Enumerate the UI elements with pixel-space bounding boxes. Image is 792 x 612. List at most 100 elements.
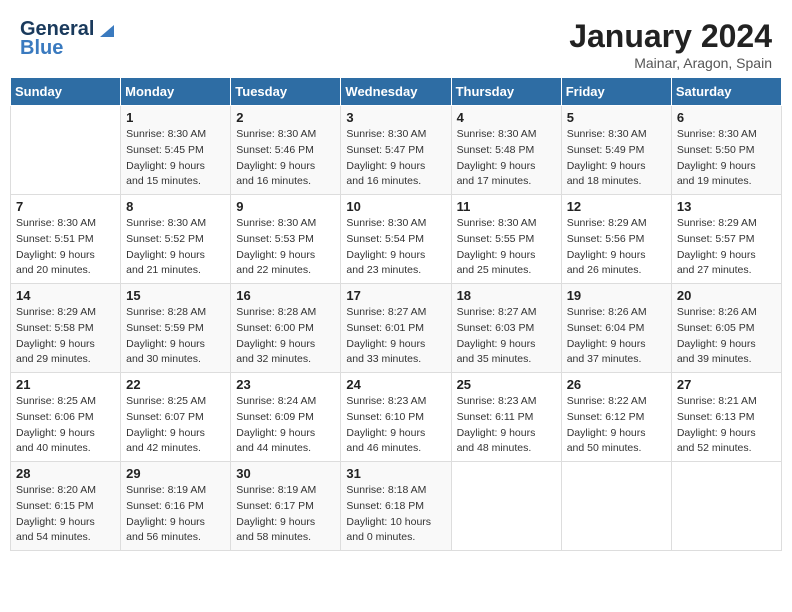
day-number: 15 [126,288,225,303]
day-detail: Sunrise: 8:29 AMSunset: 5:56 PMDaylight:… [567,216,666,279]
day-number: 3 [346,110,445,125]
day-detail: Sunrise: 8:30 AMSunset: 5:45 PMDaylight:… [126,127,225,190]
calendar-cell: 30 Sunrise: 8:19 AMSunset: 6:17 PMDayligh… [231,462,341,551]
day-detail: Sunrise: 8:30 AMSunset: 5:49 PMDaylight:… [567,127,666,190]
day-detail: Sunrise: 8:24 AMSunset: 6:09 PMDaylight:… [236,394,335,457]
day-detail: Sunrise: 8:25 AMSunset: 6:06 PMDaylight:… [16,394,115,457]
day-number: 4 [457,110,556,125]
day-number: 25 [457,377,556,392]
day-number: 16 [236,288,335,303]
day-number: 21 [16,377,115,392]
calendar-cell: 29Sunrise: 8:19 AMSunset: 6:16 PMDayligh… [121,462,231,551]
weekday-header-cell: Sunday [11,78,121,106]
day-detail: Sunrise: 8:23 AMSunset: 6:10 PMDaylight:… [346,394,445,457]
title-area: January 2024 Mainar, Aragon, Spain [569,18,772,71]
day-detail: Sunrise: 8:30 AMSunset: 5:54 PMDaylight:… [346,216,445,279]
day-number: 17 [346,288,445,303]
day-detail: Sunrise: 8:29 AMSunset: 5:57 PMDaylight:… [677,216,776,279]
day-detail: Sunrise: 8:30 AMSunset: 5:55 PMDaylight:… [457,216,556,279]
calendar-cell: 8Sunrise: 8:30 AMSunset: 5:52 PMDaylight… [121,195,231,284]
day-number: 31 [346,466,445,481]
calendar-cell [11,106,121,195]
weekday-header-cell: Wednesday [341,78,451,106]
day-number: 10 [346,199,445,214]
calendar-cell: 9Sunrise: 8:30 AMSunset: 5:53 PMDaylight… [231,195,341,284]
day-number: 1 [126,110,225,125]
calendar-cell: 25 Sunrise: 8:23 AMSunset: 6:11 PMDayligh… [451,373,561,462]
day-number: 14 [16,288,115,303]
day-number: 2 [236,110,335,125]
calendar-week-row: 28Sunrise: 8:20 AMSunset: 6:15 PMDayligh… [11,462,782,551]
day-detail: Sunrise: 8:25 AMSunset: 6:07 PMDaylight:… [126,394,225,457]
day-detail: Sunrise: 8:21 AMSunset: 6:13 PMDaylight:… [677,394,776,457]
calendar-cell: 31 Sunrise: 8:18 AMSunset: 6:18 PMDayligh… [341,462,451,551]
day-number: 24 [346,377,445,392]
calendar-subtitle: Mainar, Aragon, Spain [569,55,772,71]
weekday-header-cell: Tuesday [231,78,341,106]
calendar-cell: 4 Sunrise: 8:30 AMSunset: 5:48 PMDaylight… [451,106,561,195]
day-detail: Sunrise: 8:18 AMSunset: 6:18 PMDaylight:… [346,483,445,546]
day-number: 6 [677,110,776,125]
calendar-cell: 26Sunrise: 8:22 AMSunset: 6:12 PMDayligh… [561,373,671,462]
day-number: 20 [677,288,776,303]
calendar-cell: 2 Sunrise: 8:30 AMSunset: 5:46 PMDaylight… [231,106,341,195]
day-number: 11 [457,199,556,214]
day-detail: Sunrise: 8:29 AMSunset: 5:58 PMDaylight:… [16,305,115,368]
logo: General Blue [20,18,118,60]
calendar-cell: 17 Sunrise: 8:27 AMSunset: 6:01 PMDayligh… [341,284,451,373]
day-detail: Sunrise: 8:26 AMSunset: 6:05 PMDaylight:… [677,305,776,368]
calendar-cell: 13Sunrise: 8:29 AMSunset: 5:57 PMDayligh… [671,195,781,284]
weekday-header-cell: Friday [561,78,671,106]
weekday-header-cell: Saturday [671,78,781,106]
calendar-cell: 11 Sunrise: 8:30 AMSunset: 5:55 PMDayligh… [451,195,561,284]
day-number: 5 [567,110,666,125]
day-detail: Sunrise: 8:27 AMSunset: 6:01 PMDaylight:… [346,305,445,368]
day-number: 18 [457,288,556,303]
day-detail: Sunrise: 8:19 AMSunset: 6:17 PMDaylight:… [236,483,335,546]
day-detail: Sunrise: 8:27 AMSunset: 6:03 PMDaylight:… [457,305,556,368]
calendar-cell: 28Sunrise: 8:20 AMSunset: 6:15 PMDayligh… [11,462,121,551]
day-detail: Sunrise: 8:30 AMSunset: 5:48 PMDaylight:… [457,127,556,190]
calendar-body: 1 Sunrise: 8:30 AMSunset: 5:45 PMDaylight… [11,106,782,551]
day-number: 27 [677,377,776,392]
calendar-cell: 12Sunrise: 8:29 AMSunset: 5:56 PMDayligh… [561,195,671,284]
day-detail: Sunrise: 8:30 AMSunset: 5:50 PMDaylight:… [677,127,776,190]
day-detail: Sunrise: 8:30 AMSunset: 5:53 PMDaylight:… [236,216,335,279]
calendar-cell [671,462,781,551]
day-detail: Sunrise: 8:30 AMSunset: 5:47 PMDaylight:… [346,127,445,190]
weekday-header-cell: Monday [121,78,231,106]
calendar-cell: 20 Sunrise: 8:26 AMSunset: 6:05 PMDayligh… [671,284,781,373]
weekday-header-cell: Thursday [451,78,561,106]
calendar-cell: 21 Sunrise: 8:25 AMSunset: 6:06 PMDayligh… [11,373,121,462]
day-number: 19 [567,288,666,303]
calendar-week-row: 21 Sunrise: 8:25 AMSunset: 6:06 PMDayligh… [11,373,782,462]
calendar-cell: 6 Sunrise: 8:30 AMSunset: 5:50 PMDaylight… [671,106,781,195]
calendar-cell: 15 Sunrise: 8:28 AMSunset: 5:59 PMDayligh… [121,284,231,373]
calendar-cell [451,462,561,551]
calendar-cell: 22 Sunrise: 8:25 AMSunset: 6:07 PMDayligh… [121,373,231,462]
calendar-week-row: 14 Sunrise: 8:29 AMSunset: 5:58 PMDayligh… [11,284,782,373]
day-number: 26 [567,377,666,392]
day-number: 23 [236,377,335,392]
calendar-cell: 27 Sunrise: 8:21 AMSunset: 6:13 PMDayligh… [671,373,781,462]
calendar-cell: 3 Sunrise: 8:30 AMSunset: 5:47 PMDaylight… [341,106,451,195]
calendar-cell: 1 Sunrise: 8:30 AMSunset: 5:45 PMDaylight… [121,106,231,195]
day-number: 7 [16,199,115,214]
day-detail: Sunrise: 8:20 AMSunset: 6:15 PMDaylight:… [16,483,115,546]
calendar-cell: 5 Sunrise: 8:30 AMSunset: 5:49 PMDaylight… [561,106,671,195]
calendar-cell: 19 Sunrise: 8:26 AMSunset: 6:04 PMDayligh… [561,284,671,373]
day-number: 30 [236,466,335,481]
calendar-cell: 10 Sunrise: 8:30 AMSunset: 5:54 PMDayligh… [341,195,451,284]
day-detail: Sunrise: 8:26 AMSunset: 6:04 PMDaylight:… [567,305,666,368]
day-detail: Sunrise: 8:30 AMSunset: 5:46 PMDaylight:… [236,127,335,190]
calendar-week-row: 7Sunrise: 8:30 AMSunset: 5:51 PMDaylight… [11,195,782,284]
day-detail: Sunrise: 8:28 AMSunset: 6:00 PMDaylight:… [236,305,335,368]
calendar-cell: 23 Sunrise: 8:24 AMSunset: 6:09 PMDayligh… [231,373,341,462]
calendar-table: SundayMondayTuesdayWednesdayThursdayFrid… [10,77,782,551]
day-detail: Sunrise: 8:28 AMSunset: 5:59 PMDaylight:… [126,305,225,368]
day-detail: Sunrise: 8:19 AMSunset: 6:16 PMDaylight:… [126,483,225,546]
calendar-cell: 14 Sunrise: 8:29 AMSunset: 5:58 PMDayligh… [11,284,121,373]
day-number: 22 [126,377,225,392]
day-detail: Sunrise: 8:23 AMSunset: 6:11 PMDaylight:… [457,394,556,457]
header: General Blue January 2024 Mainar, Aragon… [10,10,782,77]
